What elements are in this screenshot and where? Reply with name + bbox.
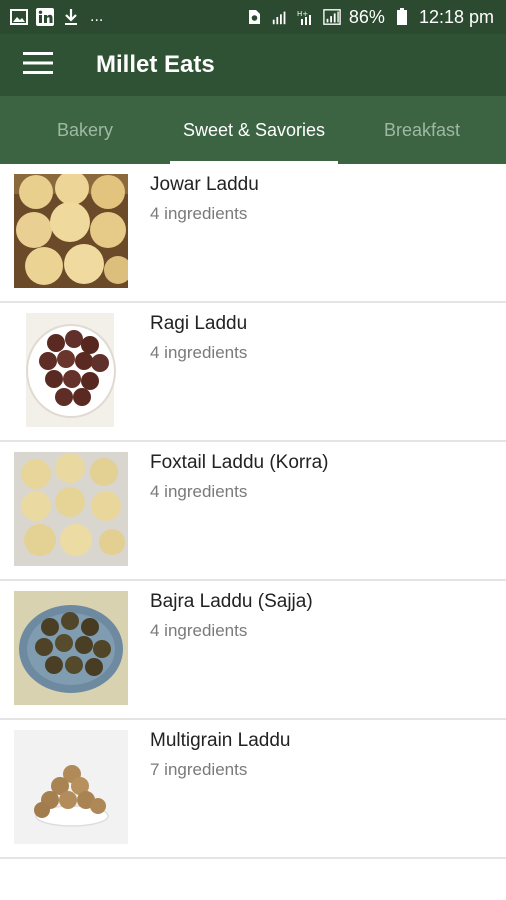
recipe-ingredients-count: 4 ingredients	[150, 343, 248, 362]
category-tabs: Bakery Sweet & Savories Breakfast	[0, 96, 506, 164]
recipe-title: Foxtail Laddu (Korra)	[150, 452, 329, 473]
recipe-thumbnail	[14, 313, 128, 427]
recipe-thumbnail	[14, 730, 128, 844]
clock: 12:18 pm	[418, 6, 494, 27]
tab-bakery[interactable]: Bakery	[0, 96, 170, 164]
recipe-thumbnail	[14, 452, 128, 566]
list-item[interactable]: Multigrain Laddu 7 ingredients	[0, 720, 506, 859]
recipe-ingredients-count: 4 ingredients	[150, 621, 248, 640]
recipe-title: Bajra Laddu (Sajja)	[150, 591, 313, 612]
svg-text:H+: H+	[297, 10, 308, 18]
recipe-thumbnail	[14, 174, 128, 288]
status-bar-right: H+ 86% 12:18 pm	[245, 7, 494, 28]
recipe-ingredients-count: 7 ingredients	[150, 760, 248, 779]
signal-lte-icon	[271, 8, 289, 26]
list-item[interactable]: Jowar Laddu 4 ingredients	[0, 164, 506, 303]
recipe-thumbnail	[14, 591, 128, 705]
battery-icon	[393, 8, 411, 26]
list-item[interactable]: Ragi Laddu 4 ingredients	[0, 303, 506, 442]
battery-percentage: 86%	[348, 6, 385, 27]
recipe-title: Jowar Laddu	[150, 174, 259, 195]
linkedin-icon	[36, 8, 54, 26]
status-bar-left: ...	[10, 8, 103, 26]
signal-strength-icon	[323, 8, 341, 26]
app-title: Millet Eats	[96, 51, 215, 78]
app-bar: Millet Eats	[0, 34, 506, 96]
signal-h-plus-icon: H+	[297, 8, 315, 26]
list-item[interactable]: Bajra Laddu (Sajja) 4 ingredients	[0, 581, 506, 720]
nfc-icon	[245, 8, 263, 26]
hamburger-menu-icon	[23, 51, 53, 79]
image-icon	[10, 8, 28, 26]
recipe-list: Jowar Laddu 4 ingredients Ragi Laddu 4 i…	[0, 164, 506, 859]
more-notifications-indicator: ...	[90, 8, 104, 25]
recipe-ingredients-count: 4 ingredients	[150, 482, 248, 501]
list-item[interactable]: Foxtail Laddu (Korra) 4 ingredients	[0, 442, 506, 581]
recipe-ingredients-count: 4 ingredients	[150, 204, 248, 223]
recipe-title: Multigrain Laddu	[150, 730, 291, 751]
recipe-title: Ragi Laddu	[150, 313, 248, 334]
menu-button[interactable]	[6, 34, 70, 96]
tab-breakfast[interactable]: Breakfast	[338, 96, 506, 164]
status-bar: ... H+ 86% 12:18 pm	[0, 0, 506, 34]
download-icon	[62, 8, 80, 26]
tab-sweet-savories[interactable]: Sweet & Savories	[170, 96, 338, 164]
